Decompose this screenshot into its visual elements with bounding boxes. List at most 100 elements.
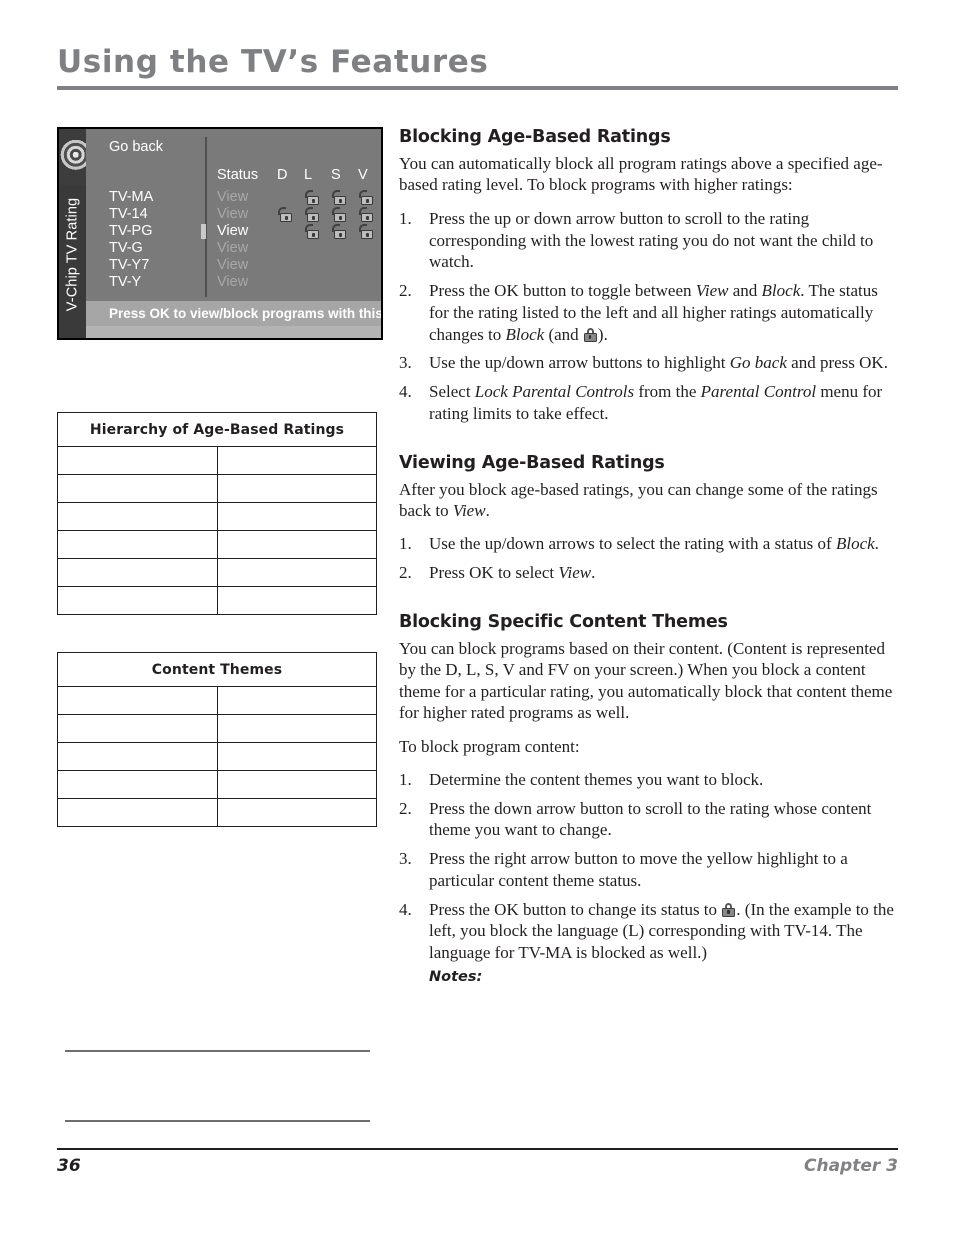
note-rule-1 <box>65 1050 370 1052</box>
content-themes-table-block: Content Themes <box>57 652 377 827</box>
table-row <box>57 770 377 799</box>
rating-row[interactable]: TV-MA View <box>109 189 377 206</box>
rating-status: View <box>217 274 249 290</box>
table-row <box>57 742 377 771</box>
step-emph-block: Block <box>835 534 875 554</box>
heading-blocking-age-based-ratings: Blocking Age-Based Ratings <box>399 127 671 147</box>
table-row <box>57 798 377 827</box>
step-item: Use the up/down arrows to select the rat… <box>399 533 894 555</box>
column-header-l: L <box>304 167 313 183</box>
table-cell-rating[interactable] <box>57 770 218 799</box>
table-cell-description[interactable] <box>216 714 377 743</box>
rating-status: View <box>217 257 249 273</box>
step-text-a: Press the OK button to toggle between <box>429 281 696 301</box>
paragraph-text-b: . <box>485 500 490 520</box>
padlock-closed-icon <box>722 902 736 917</box>
steps-viewing-age: Use the up/down arrows to select the rat… <box>399 533 894 584</box>
ratings-grid-header: Status D L S V FV <box>109 167 377 189</box>
table-row <box>57 686 377 715</box>
table-cell-rating[interactable] <box>57 502 218 531</box>
table-cell-description[interactable] <box>216 530 377 559</box>
table-cell-description[interactable] <box>216 558 377 587</box>
table-caption: Hierarchy of Age-Based Ratings <box>57 412 377 447</box>
rating-rows-container: TV-MA View TV-14 View TV-PG View TV-G View TV-Y7… <box>109 189 377 291</box>
rating-status: View <box>217 189 249 205</box>
step-emph-lock-parental-controls: Lock Parental Controls <box>474 382 635 402</box>
chapter-label: Chapter 3 <box>803 1156 898 1176</box>
step-text-b: and <box>728 281 762 301</box>
table-row <box>57 502 377 531</box>
table-row <box>57 714 377 743</box>
table-cell-description[interactable] <box>216 770 377 799</box>
padlock-open-icon[interactable] <box>304 224 319 239</box>
table-cell-rating[interactable] <box>57 686 218 715</box>
padlock-open-icon[interactable] <box>304 190 319 205</box>
step-item: Press OK to select View. <box>399 562 894 584</box>
table-cell-rating[interactable] <box>57 530 218 559</box>
step-text-b: and press OK. <box>786 353 888 373</box>
rating-status: View <box>217 206 249 222</box>
page-title: Using the TV’s Features <box>57 44 489 80</box>
step-item: Select Lock Parental Controls from the P… <box>399 381 894 425</box>
step-text-e: ). <box>597 324 608 344</box>
table-cell-description[interactable] <box>216 586 377 615</box>
page-header: Using the TV’s Features <box>57 46 898 90</box>
menu-message-bar: Press OK to view/block programs with thi… <box>86 301 381 326</box>
menu-lower-surround <box>86 326 381 338</box>
selection-cursor <box>201 224 206 239</box>
padlock-open-icon[interactable] <box>382 258 383 273</box>
vchip-rail: V-Chip TV Rating <box>59 129 86 338</box>
step-emph-go-back: Go back <box>729 353 787 373</box>
table-cell-description[interactable] <box>216 502 377 531</box>
table-cell-rating[interactable] <box>57 714 218 743</box>
table-cell-rating[interactable] <box>57 558 218 587</box>
table-cell-rating[interactable] <box>57 742 218 771</box>
step-item: Press the OK button to change its status… <box>399 899 894 987</box>
padlock-open-icon[interactable] <box>277 207 292 222</box>
table-cell-rating[interactable] <box>57 586 218 615</box>
table-cell-description[interactable] <box>216 798 377 827</box>
padlock-open-icon[interactable] <box>331 190 346 205</box>
rating-row[interactable]: TV-PG View <box>109 223 377 240</box>
menu-item-go-back[interactable]: Go back <box>109 139 163 155</box>
paragraph-emph-view: View <box>452 500 486 520</box>
padlock-open-icon[interactable] <box>358 207 373 222</box>
page-footer: 36 Chapter 3 <box>57 1156 898 1176</box>
padlock-open-icon[interactable] <box>358 190 373 205</box>
padlock-open-icon[interactable] <box>331 207 346 222</box>
rating-status: View <box>217 223 249 239</box>
padlock-open-icon[interactable] <box>358 224 373 239</box>
note-rule-2 <box>65 1120 370 1122</box>
padlock-open-icon[interactable] <box>331 224 346 239</box>
table-row <box>57 586 377 615</box>
table-cell-description[interactable] <box>216 686 377 715</box>
rating-row[interactable]: TV-Y7 View <box>109 257 377 274</box>
padlock-open-icon[interactable] <box>304 207 319 222</box>
rating-name: TV-14 <box>109 206 148 222</box>
steps-blocking-content: Determine the content themes you want to… <box>399 769 894 987</box>
tv-onscreen-menu-figure: V-Chip TV Rating Go back Status D L S V … <box>57 127 383 340</box>
table-cell-description[interactable] <box>216 742 377 771</box>
rating-name: TV-MA <box>109 189 154 205</box>
rating-name: TV-Y <box>109 274 142 290</box>
table-row <box>57 530 377 559</box>
rating-row[interactable]: TV-Y View <box>109 274 377 291</box>
step-text-b: . <box>874 534 879 554</box>
table-cell-description[interactable] <box>216 446 377 475</box>
content-themes-table-body <box>57 686 377 827</box>
footer-divider <box>57 1148 898 1150</box>
table-cell-rating[interactable] <box>57 446 218 475</box>
table-cell-description[interactable] <box>216 474 377 503</box>
table-cell-rating[interactable] <box>57 798 218 827</box>
table-cell-rating[interactable] <box>57 474 218 503</box>
step-item: Use the up/down arrow buttons to highlig… <box>399 352 894 374</box>
step-item: Determine the content themes you want to… <box>399 769 764 791</box>
rating-name: TV-G <box>109 240 143 256</box>
paragraph-blocking-content-intro: You can block programs based on their co… <box>399 638 893 723</box>
step-item: Press the up or down arrow button to scr… <box>399 208 874 272</box>
step-text-a: Select <box>429 382 475 402</box>
page-number: 36 <box>57 1156 81 1176</box>
column-header-d: D <box>277 167 288 183</box>
rating-row[interactable]: TV-14 View <box>109 206 377 223</box>
rating-row[interactable]: TV-G View <box>109 240 377 257</box>
